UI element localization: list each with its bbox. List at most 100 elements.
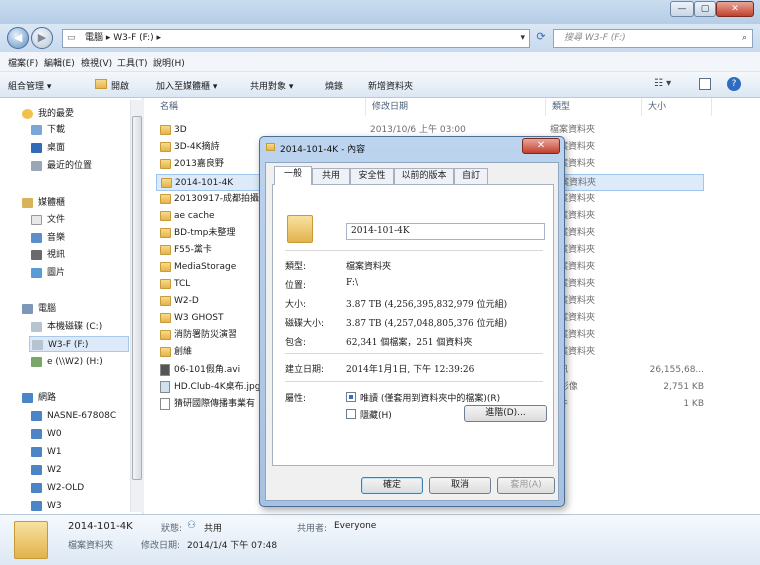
- navigation-pane: 我的最愛 下載 桌面 最近的位置 媒體櫃 文件 音樂 視訊 圖片 電腦 本機磁碟…: [0, 98, 143, 514]
- computer-icon: [22, 303, 33, 314]
- address-bar[interactable]: 電腦 ▸ W3-F (F:) ▸ ▭ ▾: [62, 29, 530, 48]
- maximize-button[interactable]: ▢: [694, 1, 716, 17]
- hidden-label: 隱藏(H): [360, 411, 392, 421]
- nav-network[interactable]: 網路: [22, 390, 56, 406]
- divider: [285, 353, 543, 354]
- help-icon[interactable]: ?: [727, 77, 741, 91]
- computer-icon: [31, 410, 42, 421]
- menu-help[interactable]: 說明(H): [153, 56, 185, 69]
- new-folder-button[interactable]: 新增資料夾: [368, 79, 413, 92]
- type-value: 檔案資料夾: [346, 262, 392, 272]
- cancel-button[interactable]: 取消: [429, 477, 491, 494]
- nav-music[interactable]: 音樂: [31, 230, 65, 246]
- nav-host[interactable]: W1: [31, 444, 62, 460]
- back-button[interactable]: ◀: [7, 27, 29, 49]
- ok-button[interactable]: 確定: [361, 477, 423, 494]
- details-modified-label: 修改日期:: [141, 541, 181, 551]
- nav-host[interactable]: W0: [31, 426, 62, 442]
- dialog-title: 2014-101-4K - 內容: [280, 145, 366, 155]
- folder-icon: [160, 313, 171, 323]
- menu-file[interactable]: 檔案(F): [8, 56, 38, 69]
- search-input[interactable]: 搜尋 W3-F (F:) ⌕: [553, 29, 753, 48]
- nav-documents[interactable]: 文件: [31, 212, 65, 228]
- nav-recent[interactable]: 最近的位置: [31, 158, 92, 174]
- nav-desktop[interactable]: 桌面: [31, 140, 65, 156]
- view-options-icon[interactable]: ☷ ▾: [654, 78, 671, 89]
- computer-icon: [31, 500, 42, 511]
- close-button[interactable]: ✕: [716, 1, 754, 17]
- apply-button[interactable]: 套用(A): [497, 477, 555, 494]
- size-on-disk-label: 磁碟大小:: [285, 319, 325, 329]
- details-shared-label: 共用者:: [297, 524, 328, 534]
- preview-pane-icon[interactable]: [699, 78, 711, 90]
- tab-general[interactable]: 一般: [274, 166, 312, 185]
- nav-host[interactable]: NASNE-67808C: [31, 408, 116, 424]
- address-row: ◀ ▶ 電腦 ▸ W3-F (F:) ▸ ▭ ▾ ⟳ 搜尋 W3-F (F:) …: [0, 24, 760, 52]
- nav-net-e[interactable]: e (\\W2) (H:): [31, 354, 103, 370]
- share-with-button[interactable]: 共用對象 ▾: [250, 79, 293, 92]
- downloads-icon: [31, 124, 42, 135]
- nav-favorites[interactable]: 我的最愛: [22, 106, 74, 122]
- search-icon[interactable]: ⌕: [742, 30, 747, 47]
- size-on-disk-value: 3.87 TB (4,257,048,805,376 位元組): [346, 319, 508, 329]
- menu-tools[interactable]: 工具(T): [117, 56, 148, 69]
- refresh-icon[interactable]: ⟳: [533, 30, 549, 47]
- advanced-button[interactable]: 進階(D)...: [464, 405, 547, 422]
- library-icon: [22, 197, 33, 208]
- burn-button[interactable]: 燒錄: [325, 79, 343, 92]
- image-file-icon: [160, 381, 170, 393]
- folder-icon: [160, 228, 171, 238]
- nav-downloads[interactable]: 下載: [31, 122, 65, 138]
- dialog-close-button[interactable]: ✕: [522, 138, 560, 154]
- nav-w3f[interactable]: W3-F (F:): [29, 336, 129, 352]
- scrollbar-thumb[interactable]: [132, 116, 142, 480]
- folder-icon: [266, 143, 275, 151]
- nav-scrollbar[interactable]: [130, 100, 143, 512]
- tab-sharing[interactable]: 共用: [312, 168, 350, 184]
- tab-security[interactable]: 安全性: [350, 168, 394, 184]
- details-name: 2014-101-4K: [68, 521, 133, 532]
- nav-libraries[interactable]: 媒體櫃: [22, 195, 65, 211]
- drive-icon: [31, 321, 42, 332]
- forward-button[interactable]: ▶: [31, 27, 53, 49]
- address-dropdown-icon[interactable]: ▾: [520, 30, 525, 47]
- text-file-icon: [160, 398, 170, 410]
- location-value: F:\: [346, 278, 358, 288]
- tab-customize[interactable]: 自訂: [454, 168, 488, 184]
- folder-icon: [160, 330, 171, 340]
- folder-icon: [160, 159, 171, 169]
- hidden-checkbox[interactable]: [346, 409, 356, 419]
- menu-edit[interactable]: 編輯(E): [44, 56, 75, 69]
- pictures-icon: [31, 267, 42, 278]
- nav-host[interactable]: W3: [31, 498, 62, 514]
- documents-icon: [31, 214, 42, 225]
- details-pane: 2014-101-4K 檔案資料夾 狀態: ⚇ 共用 修改日期: 2014/1/…: [0, 514, 760, 565]
- folder-icon: [160, 211, 171, 221]
- open-folder-icon: [95, 79, 107, 89]
- details-type: 檔案資料夾: [68, 541, 114, 551]
- nav-local-c[interactable]: 本機磁碟 (C:): [31, 319, 102, 335]
- nav-videos[interactable]: 視訊: [31, 247, 65, 263]
- open-button[interactable]: 開啟: [111, 79, 129, 92]
- column-date[interactable]: 修改日期: [366, 98, 546, 116]
- column-size[interactable]: 大小: [642, 98, 712, 116]
- menu-view[interactable]: 檢視(V): [81, 56, 112, 69]
- details-state-label: 狀態:: [161, 524, 183, 534]
- computer-icon: [31, 446, 42, 457]
- organize-button[interactable]: 組合管理 ▾: [8, 79, 51, 92]
- computer-small-icon: ▭: [67, 33, 76, 43]
- column-name[interactable]: 名稱: [154, 98, 366, 116]
- folder-icon: [160, 245, 171, 255]
- include-in-library-button[interactable]: 加入至媒體櫃 ▾: [156, 79, 217, 92]
- folder-icon: [160, 279, 171, 289]
- computer-icon: [31, 428, 42, 439]
- nav-host[interactable]: W2-OLD: [31, 480, 84, 496]
- nav-computer[interactable]: 電腦: [22, 301, 56, 317]
- tab-previous-versions[interactable]: 以前的版本: [394, 168, 454, 184]
- folder-name-input[interactable]: 2014-101-4K: [346, 223, 545, 240]
- nav-host[interactable]: W2: [31, 462, 62, 478]
- minimize-button[interactable]: —: [670, 1, 694, 17]
- column-type[interactable]: 類型: [546, 98, 642, 116]
- nav-pictures[interactable]: 圖片: [31, 265, 65, 281]
- readonly-checkbox[interactable]: [346, 392, 356, 402]
